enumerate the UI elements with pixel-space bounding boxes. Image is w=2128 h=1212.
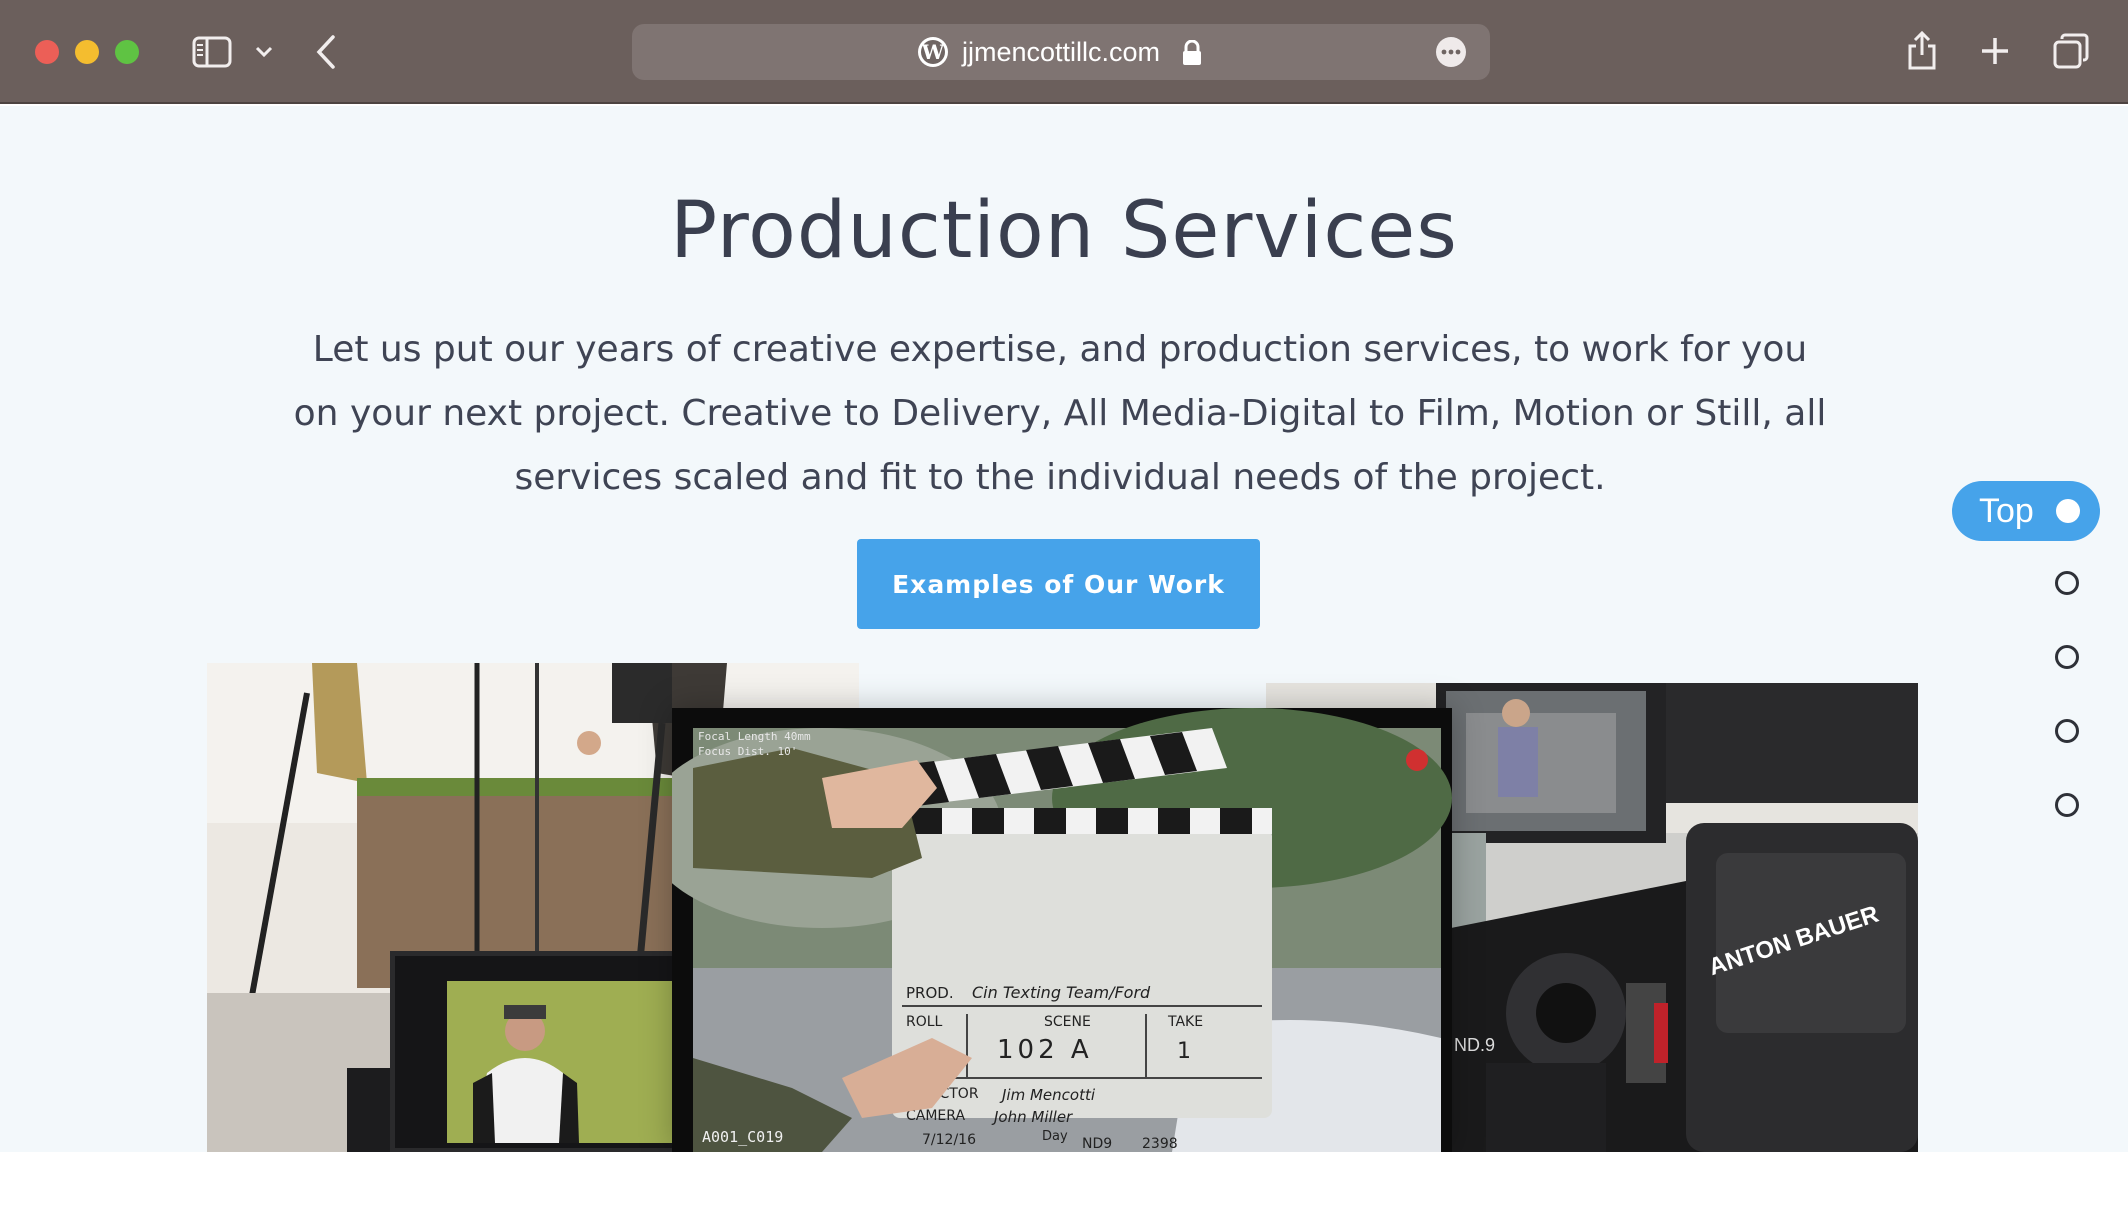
slate-extra-value: 2398 [1142, 1136, 1178, 1152]
lock-icon [1182, 39, 1202, 66]
new-tab-icon[interactable] [1978, 34, 2012, 68]
tab-overview-icon[interactable] [2052, 32, 2090, 70]
slate-camera-value: John Miller [991, 1108, 1073, 1126]
bottom-edge [0, 1152, 2128, 1212]
side-nav-top-button[interactable]: Top [1952, 481, 2100, 541]
url-text: jjmencottillc.com [962, 37, 1161, 67]
more-options-icon[interactable] [1436, 37, 1466, 67]
back-icon[interactable] [314, 32, 338, 72]
share-icon[interactable] [1904, 28, 1940, 72]
slate-scene-label: SCENE [1044, 1014, 1091, 1030]
chevron-down-icon[interactable] [254, 40, 274, 64]
slate-scene-value: 102 A [997, 1035, 1093, 1065]
slate-filter-value: ND9 [1082, 1136, 1112, 1152]
slate-date-value: 7/12/16 [922, 1132, 976, 1148]
slate-day-label: Day [1042, 1129, 1068, 1144]
minimize-window-button[interactable] [75, 40, 99, 64]
page-content: Production Services Let us put our years… [0, 106, 2128, 1152]
zoom-window-button[interactable] [115, 40, 139, 64]
intro-paragraph: Let us put our years of creative experti… [293, 329, 1827, 498]
nd-label: ND.9 [1454, 1035, 1495, 1055]
slate-take-label: TAKE [1167, 1014, 1203, 1030]
slate-prod-label: PROD. [906, 984, 954, 1002]
clip-name-text: A001_C019 [702, 1128, 783, 1146]
side-nav-dot-4[interactable] [2055, 719, 2079, 743]
browser-toolbar: W jjmencottillc.com [0, 0, 2128, 104]
slate-roll-label: ROLL [906, 1014, 943, 1030]
wordpress-icon: W [917, 36, 949, 68]
slate-prod-value: Cin Texting Team/Ford [972, 983, 1151, 1002]
svg-text:W: W [921, 40, 945, 64]
slate-take-value: 1 [1177, 1039, 1191, 1064]
address-bar[interactable]: W jjmencottillc.com [632, 24, 1490, 80]
sidebar-toggle-icon[interactable] [190, 34, 234, 70]
page-title: Production Services [670, 186, 1458, 276]
side-nav-dot-2[interactable] [2055, 571, 2079, 595]
side-nav-active-dot [2056, 499, 2080, 523]
slate-director-value: Jim Mencotti [999, 1086, 1096, 1104]
close-window-button[interactable] [35, 40, 59, 64]
slate-monitor-photo: PROD. Cin Texting Team/Ford ROLL SCENE T… [672, 708, 1452, 1152]
side-nav-top-label: Top [1979, 492, 2034, 530]
side-nav-dot-5[interactable] [2055, 793, 2079, 817]
examples-of-our-work-button[interactable]: Examples of Our Work [857, 539, 1260, 629]
side-nav-dot-3[interactable] [2055, 645, 2079, 669]
